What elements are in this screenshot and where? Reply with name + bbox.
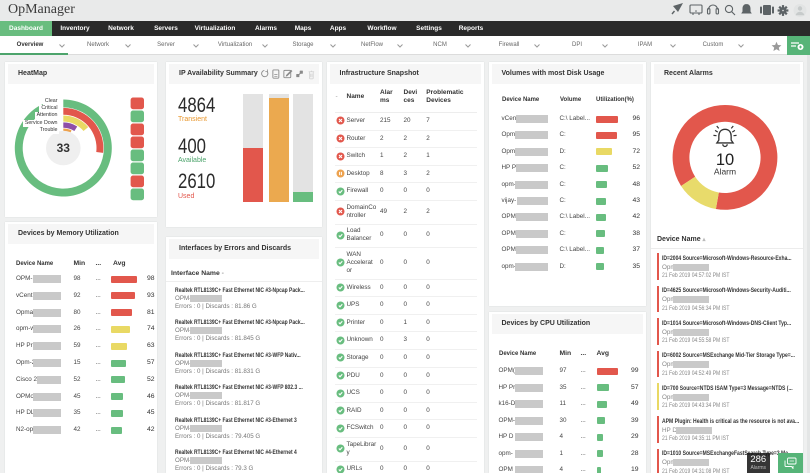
svg-text:Alarm: Alarm [714, 167, 736, 177]
svg-text:33: 33 [57, 141, 71, 155]
